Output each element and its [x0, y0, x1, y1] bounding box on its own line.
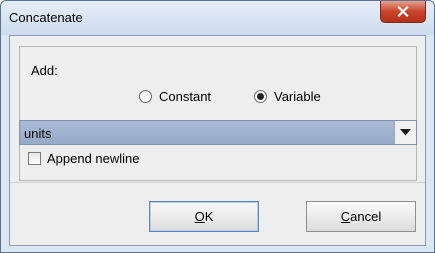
add-label: Add: — [31, 63, 58, 78]
divider — [10, 182, 425, 183]
variable-radio-label[interactable]: Variable — [274, 89, 321, 104]
append-newline-checkbox[interactable]: Append newline — [28, 151, 140, 166]
cancel-label-rest: ancel — [350, 209, 382, 224]
dialog-content: Add: Constant Variable units Append newl… — [9, 35, 426, 246]
combobox-value: units — [24, 126, 52, 141]
dialog-window: Concatenate Add: Constant Variable units… — [0, 0, 435, 253]
chevron-down-icon — [400, 129, 411, 136]
ok-mnemonic: O — [194, 209, 205, 224]
variable-radio[interactable]: Variable — [254, 89, 321, 104]
append-newline-label[interactable]: Append newline — [47, 151, 140, 166]
constant-radio[interactable]: Constant — [139, 89, 211, 104]
add-type-radio-group: Constant Variable — [20, 89, 416, 109]
ok-label-rest: K — [204, 209, 214, 224]
combobox-dropdown-button[interactable] — [394, 121, 416, 144]
cancel-mnemonic: C — [340, 209, 351, 224]
checkbox-box[interactable] — [28, 152, 41, 165]
title-bar[interactable]: Concatenate — [1, 1, 434, 35]
close-button[interactable] — [380, 1, 426, 23]
window-title: Concatenate — [9, 10, 83, 25]
close-icon — [397, 6, 409, 17]
radio-circle-selected[interactable] — [254, 90, 267, 103]
constant-radio-label[interactable]: Constant — [159, 89, 211, 104]
variable-combobox[interactable]: units — [19, 120, 417, 145]
radio-circle[interactable] — [139, 90, 152, 103]
ok-button[interactable]: OK — [149, 201, 259, 232]
cancel-button[interactable]: Cancel — [306, 201, 416, 232]
